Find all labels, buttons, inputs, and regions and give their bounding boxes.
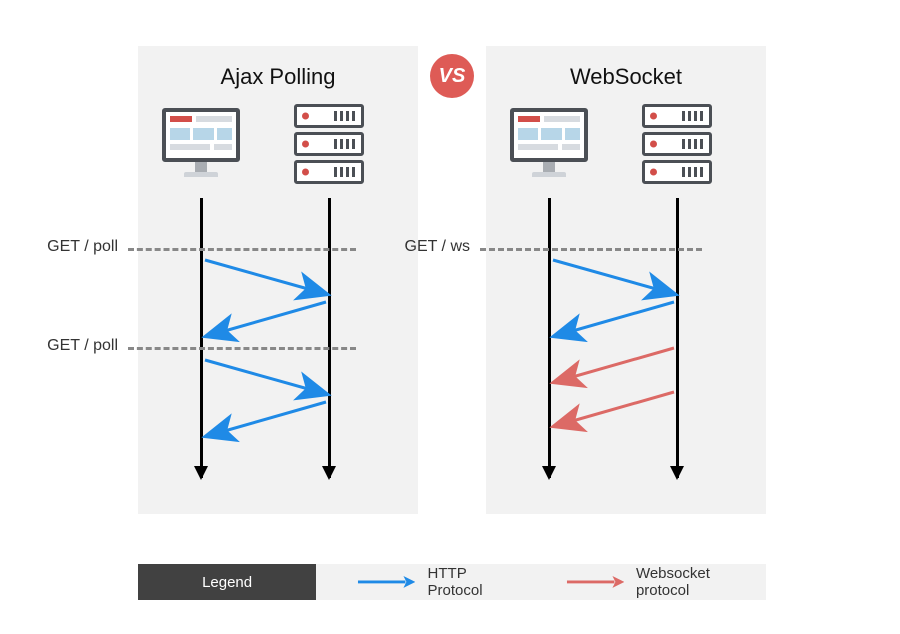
server-icon <box>294 104 364 188</box>
arrow-icon <box>565 576 624 588</box>
lifeline-client-left <box>200 198 203 478</box>
lifeline-client-right <box>548 198 551 478</box>
legend-item-http: HTTP Protocol <box>356 565 524 599</box>
legend-label: HTTP Protocol <box>428 565 525 599</box>
panel-title-left: Ajax Polling <box>138 64 418 90</box>
panel-title-right: WebSocket <box>486 64 766 90</box>
event-divider <box>128 347 356 350</box>
monitor-icon <box>162 108 240 177</box>
diagram-stage: Ajax Polling WebSocket VS GET / poll GET… <box>0 0 900 634</box>
event-divider <box>128 248 356 251</box>
vs-label: VS <box>439 65 466 88</box>
lifeline-server-right <box>676 198 679 478</box>
legend: Legend HTTP Protocol Websocket protocol <box>138 564 766 600</box>
event-label: GET / ws <box>392 238 470 256</box>
arrow-icon <box>356 576 415 588</box>
event-label: GET / poll <box>32 337 118 355</box>
event-label: GET / poll <box>32 238 118 256</box>
legend-label: Websocket protocol <box>636 565 766 599</box>
legend-item-ws: Websocket protocol <box>565 565 766 599</box>
event-divider <box>480 248 702 251</box>
legend-title: Legend <box>138 564 316 600</box>
vs-badge: VS <box>430 54 474 98</box>
lifeline-server-left <box>328 198 331 478</box>
monitor-icon <box>510 108 588 177</box>
server-icon <box>642 104 712 188</box>
